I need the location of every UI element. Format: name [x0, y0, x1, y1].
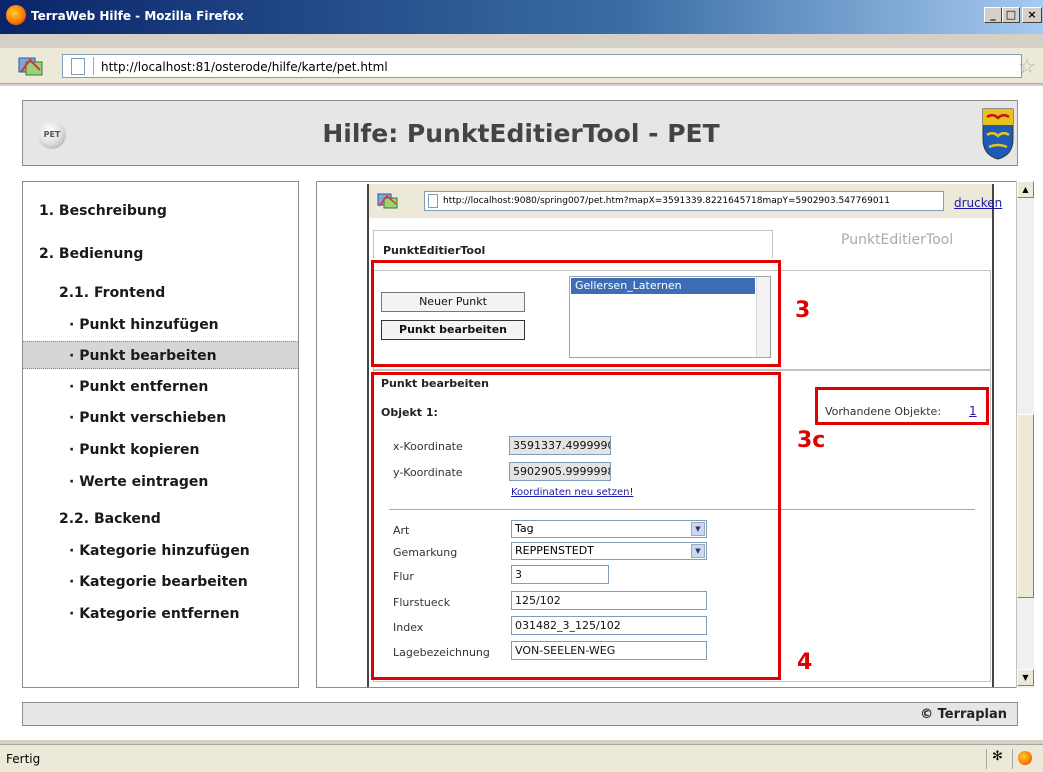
annotation-label-3: 3: [795, 298, 811, 323]
firefox-status-icon[interactable]: [1012, 749, 1034, 769]
embedded-page-icon: [428, 194, 438, 208]
nav-item-frontend[interactable]: 2.1. Frontend: [23, 279, 298, 307]
nav-item-kategorie-entfernen[interactable]: · Kategorie entfernen: [23, 600, 298, 628]
scroll-down-arrow-icon[interactable]: ▼: [1017, 669, 1034, 686]
status-bar: Fertig ✻: [0, 744, 1043, 772]
annotation-box-3: [371, 260, 781, 367]
copyright-text: © Terraplan: [920, 707, 1007, 722]
embedded-network-icon: [377, 193, 398, 209]
print-link[interactable]: drucken: [954, 196, 1002, 210]
help-navigation: 1. Beschreibung 2. Bedienung 2.1. Fronte…: [22, 181, 299, 688]
nav-item-punkt-verschieben[interactable]: · Punkt verschieben: [23, 404, 298, 432]
nav-item-punkt-bearbeiten[interactable]: · Punkt bearbeiten: [23, 341, 298, 369]
maximize-button[interactable]: □: [1002, 7, 1020, 23]
annotation-label-4: 4: [797, 650, 813, 675]
help-content-pane: http://localhost:9080/spring007/pet.htm?…: [316, 181, 1018, 688]
scrollbar-thumb[interactable]: [1017, 414, 1034, 598]
nav-item-beschreibung[interactable]: 1. Beschreibung: [23, 197, 298, 225]
embedded-toolbar: http://localhost:9080/spring007/pet.htm?…: [369, 184, 1002, 218]
network-icon[interactable]: [18, 55, 44, 77]
window-title: TerraWeb Hilfe - Mozilla Firefox: [31, 9, 244, 23]
nav-item-punkt-entfernen[interactable]: · Punkt entfernen: [23, 373, 298, 401]
embedded-url-field: http://localhost:9080/spring007/pet.htm?…: [424, 191, 944, 211]
embedded-tab-title: PunktEditierTool: [383, 244, 486, 257]
page-title: Hilfe: PunktEditierTool - PET: [322, 119, 720, 148]
minimize-button[interactable]: _: [984, 7, 1002, 23]
url-field[interactable]: http://localhost:81/osterode/hilfe/karte…: [62, 54, 1022, 78]
url-separator: [93, 57, 94, 75]
embedded-url-text: http://localhost:9080/spring007/pet.htm?…: [443, 196, 891, 206]
annotation-label-3c: 3c: [797, 428, 826, 453]
nav-item-punkt-hinzufuegen[interactable]: · Punkt hinzufügen: [23, 311, 298, 339]
window-titlebar: TerraWeb Hilfe - Mozilla Firefox _ □ ×: [0, 0, 1043, 34]
nav-item-backend[interactable]: 2.2. Backend: [23, 505, 298, 533]
scroll-up-arrow-icon[interactable]: ▲: [1017, 181, 1034, 198]
page-footer: © Terraplan: [22, 702, 1018, 726]
help-header: PET Hilfe: PunktEditierTool - PET: [22, 100, 1018, 166]
bookmark-star-icon[interactable]: ☆: [1018, 54, 1036, 78]
url-text: http://localhost:81/osterode/hilfe/karte…: [101, 60, 388, 74]
nav-item-werte-eintragen[interactable]: · Werte eintragen: [23, 468, 298, 496]
nav-item-bedienung[interactable]: 2. Bedienung: [23, 240, 298, 268]
firefox-icon: [6, 5, 26, 25]
nav-item-punkt-kopieren[interactable]: · Punkt kopieren: [23, 436, 298, 464]
embedded-screenshot: http://localhost:9080/spring007/pet.htm?…: [367, 184, 1002, 687]
nav-item-kategorie-hinzufuegen[interactable]: · Kategorie hinzufügen: [23, 537, 298, 565]
status-text: Fertig: [6, 752, 41, 766]
page-icon: [71, 58, 85, 75]
nav-item-kategorie-bearbeiten[interactable]: · Kategorie bearbeiten: [23, 568, 298, 596]
addon-icon[interactable]: ✻: [986, 749, 1008, 769]
close-button[interactable]: ×: [1022, 7, 1042, 23]
annotation-box-3c: [815, 387, 989, 425]
content-scrollbar[interactable]: ▲ ▼: [1016, 181, 1034, 688]
annotation-box-4: [371, 372, 781, 680]
coat-of-arms-icon: [982, 108, 1014, 160]
embedded-app-title: PunktEditierTool: [841, 232, 954, 248]
